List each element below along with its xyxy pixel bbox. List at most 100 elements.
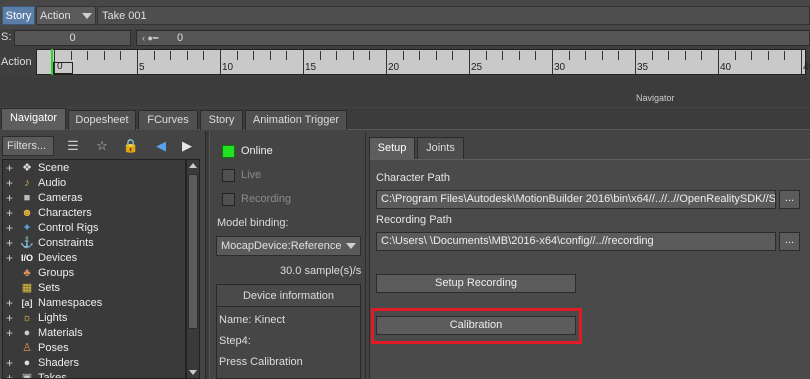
- recording-label: Recording: [241, 193, 292, 205]
- device-name: Name: Kinect: [219, 314, 286, 326]
- timeline-tick: [336, 51, 338, 60]
- take-name-field[interactable]: Take 001: [97, 6, 810, 25]
- tree-item-label: Cameras: [38, 192, 83, 204]
- shaders-icon: ●: [23, 357, 31, 369]
- device-instruction: Press Calibration: [219, 356, 303, 368]
- tab-setup[interactable]: Setup: [369, 137, 415, 159]
- timeline-tick: [452, 51, 454, 60]
- tab-story[interactable]: Story: [200, 110, 243, 130]
- timeline-tick-label: 15: [305, 62, 317, 73]
- tab-dopesheet[interactable]: Dopesheet: [68, 110, 136, 130]
- recording-checkbox[interactable]: [222, 193, 235, 206]
- list-view-icon[interactable]: ☰: [64, 138, 82, 154]
- action-dropdown[interactable]: Action: [36, 6, 96, 25]
- tree-item-label: Groups: [38, 267, 75, 279]
- recording-path-label: Recording Path: [376, 214, 452, 226]
- lock-icon[interactable]: 🔒: [122, 138, 140, 154]
- setup-recording-button[interactable]: Setup Recording: [376, 274, 576, 293]
- model-binding-select[interactable]: MocapDevice:Reference: [216, 236, 361, 256]
- timeline-tick: [203, 51, 205, 60]
- tree-item-label: Sets: [38, 282, 61, 294]
- timeline-tick: [435, 51, 437, 60]
- expand-icon[interactable]: +: [6, 311, 16, 326]
- character-path-label: Character Path: [376, 172, 450, 184]
- current-frame-box: [53, 62, 73, 74]
- viewer-gap: [0, 77, 810, 107]
- panel-separator: [365, 131, 366, 379]
- timeline-tick: [535, 51, 537, 60]
- takes-icon: ▣: [21, 372, 33, 379]
- timeline-tick: [186, 51, 188, 60]
- navigator-tree[interactable]: + ❖ Scene + ♪ Audio + ■ Cameras + ☻ Characters + ✦ Con…: [2, 159, 186, 379]
- tab-joints[interactable]: Joints: [417, 137, 464, 159]
- tree-item-label: Scene: [38, 162, 70, 174]
- expand-icon[interactable]: +: [6, 191, 16, 206]
- expand-icon[interactable]: +: [6, 206, 16, 221]
- timeline-tick: [502, 51, 504, 60]
- timeline-tick: [469, 50, 470, 74]
- tree-item-label: Materials: [38, 327, 83, 339]
- expand-icon[interactable]: +: [6, 221, 16, 236]
- action-dropdown-label: Action: [40, 10, 71, 22]
- timeline-tick: [137, 50, 138, 74]
- recording-path-field[interactable]: C:\Users\ \Documents\MB\2016-x64\config/…: [376, 232, 776, 251]
- timeline-tick: [253, 51, 255, 60]
- panel-divider[interactable]: [205, 131, 210, 379]
- expand-icon[interactable]: +: [6, 176, 16, 191]
- devices-icon: I/O: [20, 253, 33, 263]
- materials-icon: ●: [23, 327, 31, 339]
- calibration-highlight: [371, 308, 582, 344]
- timeline-ruler[interactable]: 5 10 15 20 25 30 35 40 45: [36, 49, 810, 75]
- arrow-left-icon[interactable]: ◀: [152, 138, 170, 154]
- s-value-field[interactable]: 0: [14, 30, 131, 46]
- expand-icon[interactable]: +: [6, 251, 16, 266]
- timeline-tick: [386, 50, 387, 74]
- expand-icon[interactable]: +: [6, 161, 16, 176]
- tab-fcurves[interactable]: FCurves: [138, 110, 198, 130]
- timeline-tick: [751, 51, 753, 60]
- live-checkbox[interactable]: [222, 169, 235, 182]
- tree-item-label: Shaders: [38, 357, 79, 369]
- timeline-tick: [87, 51, 89, 60]
- timeline-tick: [518, 51, 520, 60]
- sets-icon: ▦: [21, 282, 33, 294]
- slider-handle-icon[interactable]: ‹ ●━: [142, 33, 158, 44]
- scroll-up-icon[interactable]: [189, 163, 197, 168]
- timeline-tick: [286, 51, 288, 60]
- tree-item-label: Control Rigs: [38, 222, 99, 234]
- timeline-tick: [120, 51, 122, 60]
- timeline-tick: [568, 51, 570, 60]
- timeline-tick-label: 45: [803, 62, 810, 73]
- expand-icon[interactable]: +: [6, 326, 16, 341]
- star-filter-icon[interactable]: ☆: [93, 138, 111, 154]
- tab-animation-trigger[interactable]: Animation Trigger: [245, 110, 347, 130]
- timeline-tick: [635, 50, 636, 74]
- character-path-browse-button[interactable]: ...: [779, 190, 800, 209]
- timeline-tick-label: 40: [720, 62, 732, 73]
- character-path-field[interactable]: C:\Program Files\Autodesk\MotionBuilder …: [376, 190, 776, 209]
- characters-icon: ☻: [21, 207, 33, 219]
- cameras-icon: ■: [23, 192, 31, 204]
- timeline-tick: [684, 51, 686, 60]
- tree-scrollbar[interactable]: [186, 159, 200, 379]
- lights-icon: ☼: [21, 312, 33, 324]
- s-slider-field[interactable]: 0: [136, 30, 810, 46]
- story-button[interactable]: Story: [2, 6, 35, 25]
- filters-button[interactable]: Filters...: [2, 136, 54, 156]
- recording-path-browse-button[interactable]: ...: [779, 232, 800, 251]
- tab-navigator[interactable]: Navigator: [1, 108, 66, 131]
- scroll-down-icon[interactable]: [189, 370, 197, 375]
- scroll-thumb[interactable]: [188, 174, 198, 329]
- arrow-right-icon[interactable]: ▶: [178, 138, 196, 154]
- expand-icon[interactable]: +: [6, 296, 16, 311]
- timeline-tick: [718, 50, 719, 74]
- online-checkbox[interactable]: [222, 145, 235, 158]
- model-binding-label: Model binding:: [217, 217, 289, 229]
- expand-icon[interactable]: +: [6, 356, 16, 371]
- timeline-tick: [352, 51, 354, 60]
- timeline-tick: [369, 51, 371, 60]
- expand-icon[interactable]: +: [6, 371, 16, 378]
- chevron-down-icon: [346, 243, 356, 249]
- timeline-tick: [734, 51, 736, 60]
- expand-icon[interactable]: +: [6, 236, 16, 251]
